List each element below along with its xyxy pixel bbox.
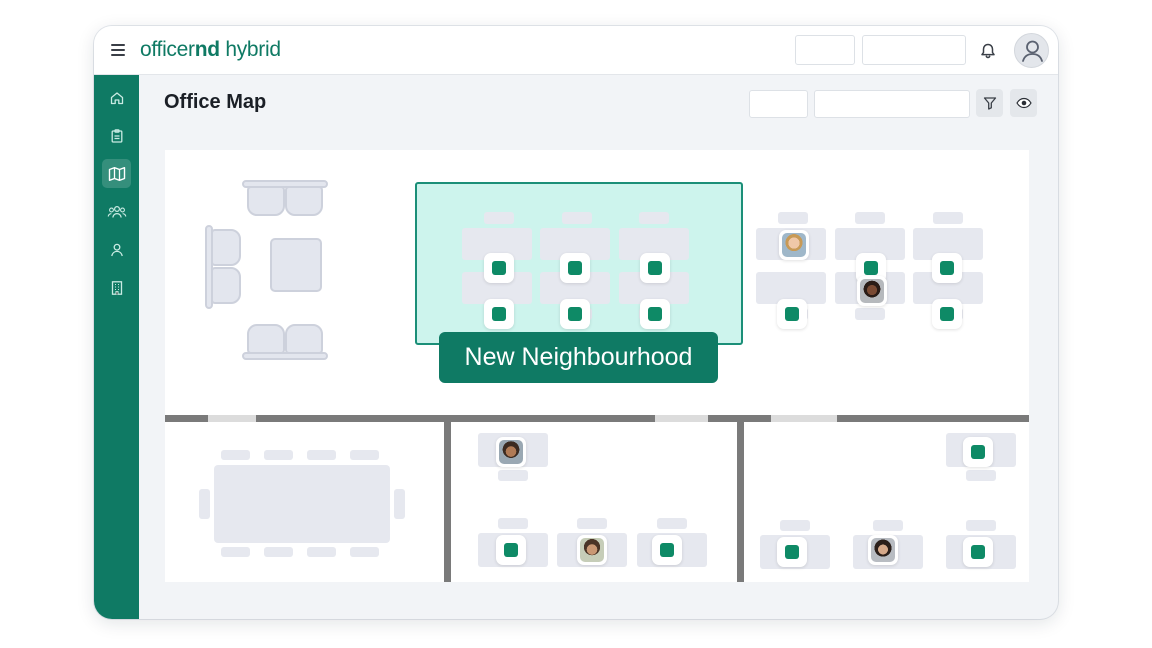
- map-icon: [108, 166, 125, 181]
- desk-available-icon: [568, 261, 582, 275]
- page-title: Office Map: [164, 91, 267, 113]
- desk-available-icon: [660, 543, 674, 557]
- neighbourhood-label[interactable]: New Neighbourhood: [439, 332, 718, 383]
- desk-available-icon: [568, 307, 582, 321]
- location-select[interactable]: [795, 35, 855, 65]
- desk-booked[interactable]: [779, 230, 809, 260]
- desk-available[interactable]: [652, 535, 682, 565]
- app-logo[interactable]: officernd hybrid: [140, 38, 281, 62]
- floor-select[interactable]: [749, 90, 808, 118]
- desk-available-icon: [785, 545, 799, 559]
- doorway: [655, 415, 708, 422]
- desk-available[interactable]: [932, 299, 962, 329]
- desk-available[interactable]: [560, 253, 590, 283]
- doorway: [208, 415, 256, 422]
- person-avatar: [871, 538, 895, 562]
- desk-available-icon: [864, 261, 878, 275]
- desk-available-icon: [940, 307, 954, 321]
- desk-available[interactable]: [932, 253, 962, 283]
- sidebar-item-bookings[interactable]: [102, 121, 131, 150]
- desk-available-icon: [648, 307, 662, 321]
- user-icon: [1022, 40, 1043, 62]
- desk-available[interactable]: [777, 537, 807, 567]
- visibility-button[interactable]: [1010, 89, 1037, 117]
- wall: [737, 422, 744, 582]
- person-avatar: [499, 440, 523, 464]
- desk-available[interactable]: [777, 299, 807, 329]
- user-avatar[interactable]: [1014, 33, 1049, 68]
- person-icon: [110, 243, 123, 256]
- desk-available[interactable]: [484, 253, 514, 283]
- sidebar-item-people[interactable]: [102, 197, 131, 226]
- office-floor-plan[interactable]: New Neighbourhood: [165, 150, 1029, 582]
- person-avatar: [860, 279, 884, 303]
- desk-available-icon: [940, 261, 954, 275]
- home-icon: [110, 91, 123, 104]
- wall: [165, 415, 1029, 422]
- desk-available[interactable]: [496, 535, 526, 565]
- desk-available-icon: [785, 307, 799, 321]
- desk-available[interactable]: [560, 299, 590, 329]
- sidebar-item-profile[interactable]: [102, 235, 131, 264]
- search-input[interactable]: [814, 90, 970, 118]
- desk-available-icon: [492, 261, 506, 275]
- desk-available-icon: [492, 307, 506, 321]
- desk-booked[interactable]: [496, 437, 526, 467]
- doorway: [771, 415, 837, 422]
- desk-available-icon: [648, 261, 662, 275]
- eye-icon: [1015, 97, 1032, 109]
- building-icon: [111, 280, 122, 295]
- people-icon: [107, 205, 126, 218]
- desk-available[interactable]: [484, 299, 514, 329]
- wall: [444, 422, 451, 582]
- sidebar-item-map[interactable]: [102, 159, 131, 188]
- app-window: officernd hybrid Office Map New Neighbou…: [94, 26, 1058, 619]
- person-avatar: [782, 233, 806, 257]
- menu-icon[interactable]: [111, 44, 125, 56]
- sidebar-item-office[interactable]: [102, 273, 131, 302]
- filter-icon: [983, 97, 996, 110]
- clipboard-icon: [111, 128, 122, 143]
- desk-available[interactable]: [963, 437, 993, 467]
- desk-available-icon: [971, 445, 985, 459]
- sidebar: [94, 75, 139, 619]
- desk-booked[interactable]: [577, 535, 607, 565]
- person-avatar: [580, 538, 604, 562]
- bell-icon[interactable]: [979, 42, 997, 60]
- desk-booked[interactable]: [857, 276, 887, 306]
- date-select[interactable]: [862, 35, 966, 65]
- desk-available-icon: [971, 545, 985, 559]
- desk-available[interactable]: [963, 537, 993, 567]
- filter-button[interactable]: [976, 89, 1003, 117]
- desk-available[interactable]: [640, 253, 670, 283]
- desk-booked[interactable]: [868, 535, 898, 565]
- top-bar: officernd hybrid: [94, 26, 1058, 75]
- desk-available-icon: [504, 543, 518, 557]
- sidebar-item-home[interactable]: [102, 83, 131, 112]
- desk-available[interactable]: [640, 299, 670, 329]
